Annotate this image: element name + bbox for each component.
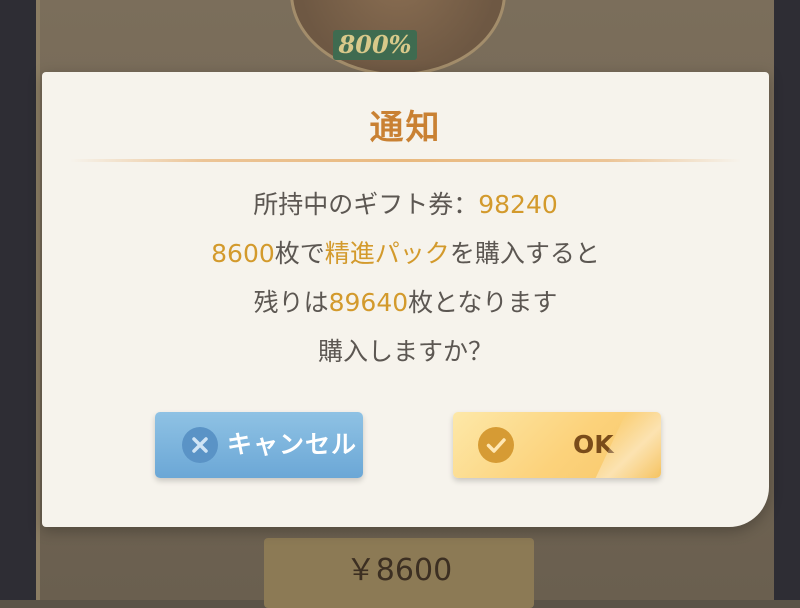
ok-button[interactable]: OK [453, 412, 661, 478]
background-side-right [774, 0, 800, 600]
remaining-suffix-text: 枚となります [408, 288, 558, 317]
gift-ticket-balance: 98240 [478, 190, 558, 219]
background-multiplier-badge: 800% [333, 30, 417, 60]
background-price-button: ￥8600 [264, 538, 534, 608]
cancel-button[interactable]: キャンセル [155, 412, 363, 478]
checkmark-circle-icon [478, 427, 514, 463]
cost-unit-text: 枚で [274, 239, 325, 268]
cost-suffix-text: を購入すると [449, 239, 600, 268]
purchase-cost: 8600 [211, 239, 275, 268]
title-divider [70, 159, 741, 162]
balance-label: 所持中のギフト券： [253, 190, 479, 219]
dialog-title: 通知 [369, 108, 442, 148]
ok-button-label: OK [573, 430, 614, 459]
message-line-remaining: 残りは89640枚となります [42, 278, 769, 327]
close-circle-icon [182, 427, 218, 463]
message-line-cost: 8600枚で精進パックを購入すると [42, 229, 769, 278]
pack-name: 精進パック [324, 239, 450, 268]
remaining-prefix-text: 残りは [253, 288, 329, 317]
message-line-question: 購入しますか？ [317, 337, 493, 366]
remaining-balance: 89640 [328, 288, 409, 317]
dialog-message: 所持中のギフト券：98240 8600枚で精進パックを購入すると 残りは8964… [42, 180, 769, 376]
background-side-left [0, 0, 36, 600]
purchase-confirm-dialog: 通知 所持中のギフト券：98240 8600枚で精進パックを購入すると 残りは8… [42, 72, 769, 527]
cancel-button-label: キャンセル [227, 430, 358, 459]
message-line-balance: 所持中のギフト券：98240 [42, 180, 769, 229]
